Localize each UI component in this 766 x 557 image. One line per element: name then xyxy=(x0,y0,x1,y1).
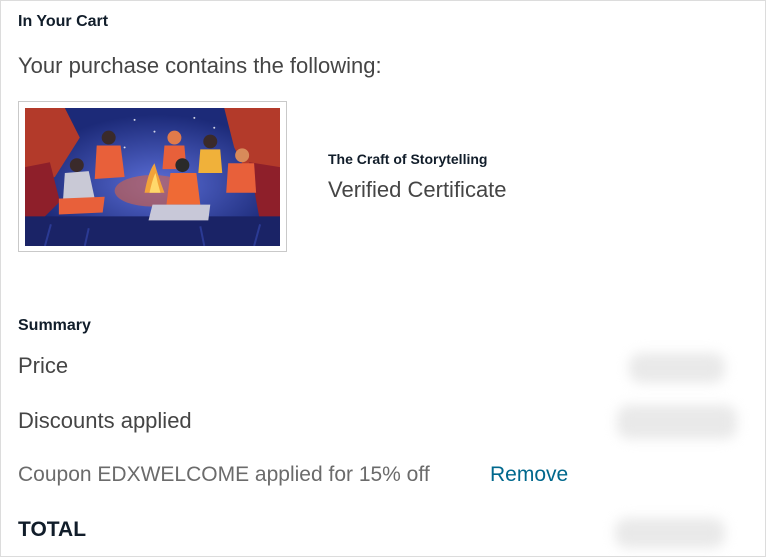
summary-heading: Summary xyxy=(18,317,91,334)
total-label: TOTAL xyxy=(18,518,87,541)
campfire-illustration-icon xyxy=(25,108,280,246)
cart-heading: In Your Cart xyxy=(18,13,109,30)
discount-value-redacted xyxy=(617,405,737,439)
remove-coupon-link[interactable]: Remove xyxy=(490,463,568,487)
course-thumbnail xyxy=(18,101,287,252)
checkout-cart-panel: In Your Cart Your purchase contains the … xyxy=(0,0,766,557)
total-value-redacted xyxy=(615,518,725,548)
coupon-applied-text: Coupon EDXWELCOME applied for 15% off xyxy=(18,463,430,486)
cart-intro-text: Your purchase contains the following: xyxy=(18,53,382,78)
course-title: The Craft of Storytelling xyxy=(328,151,488,167)
course-enrollment-mode: Verified Certificate xyxy=(328,177,507,202)
price-value-redacted xyxy=(629,353,725,383)
discounts-applied-label: Discounts applied xyxy=(18,408,192,433)
price-label: Price xyxy=(18,353,69,378)
